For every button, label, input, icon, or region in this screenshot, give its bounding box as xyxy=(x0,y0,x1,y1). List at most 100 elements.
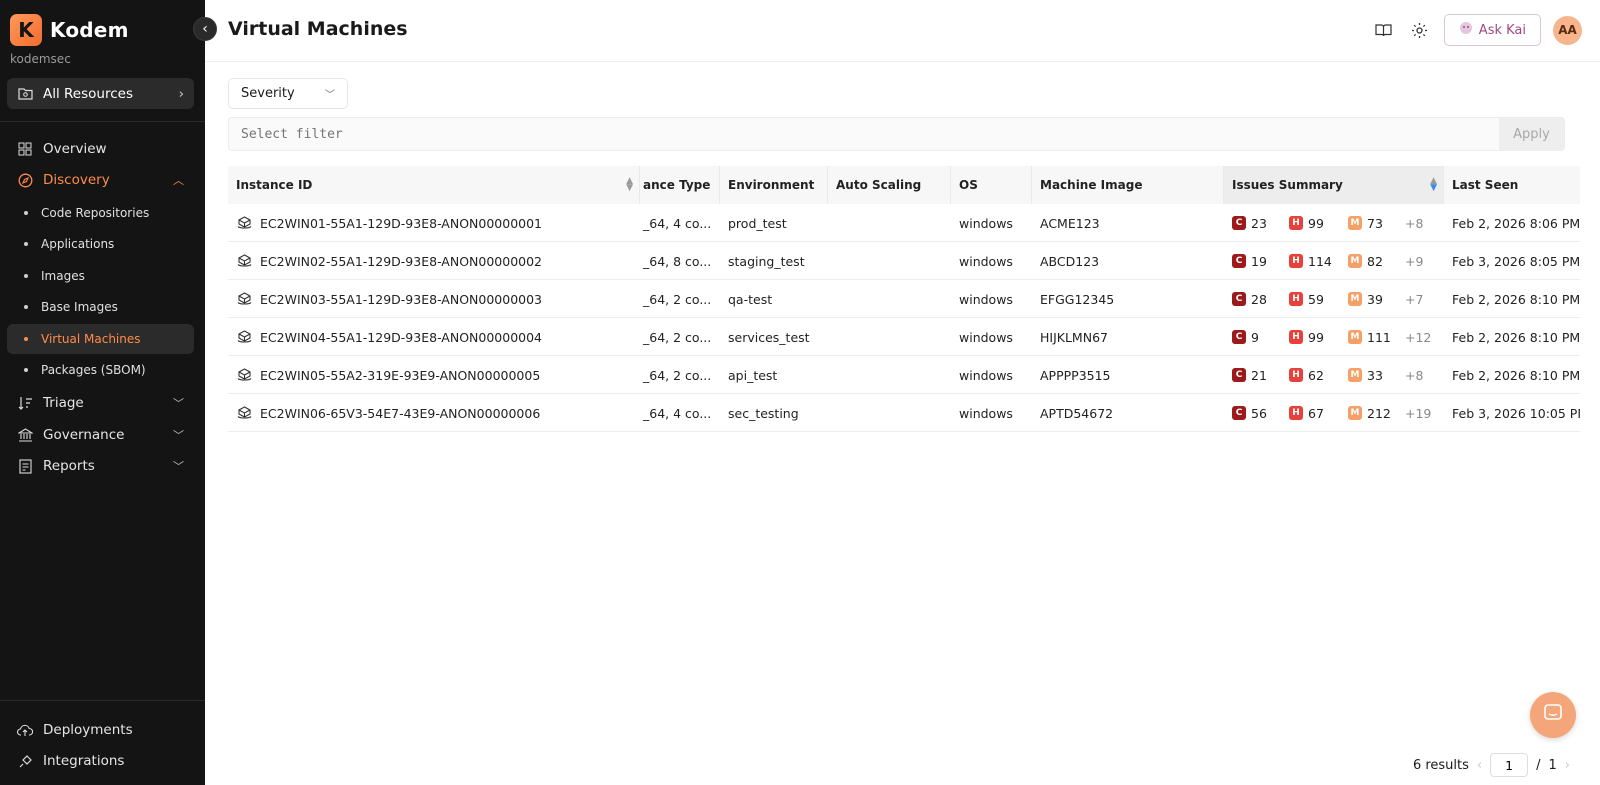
vm-table: Instance ID ▲ ▼ ance Type Environment Aut… xyxy=(228,166,1580,432)
chevron-down-icon: ﹀ xyxy=(173,460,184,473)
sidebar-item-label: Discovery xyxy=(43,172,110,188)
grid-icon xyxy=(17,142,33,156)
high-count: H 99 xyxy=(1289,204,1324,242)
next-page-icon[interactable]: › xyxy=(1565,758,1570,773)
high-count: H 62 xyxy=(1289,356,1324,394)
severity-dropdown[interactable]: Severity ﹀ xyxy=(228,78,348,109)
medium-badge: M xyxy=(1348,292,1362,306)
sidebar-item-deployments[interactable]: Deployments xyxy=(7,715,194,745)
virtual-machine-icon xyxy=(236,215,252,231)
report-icon xyxy=(17,458,33,474)
bullet-icon xyxy=(24,305,28,309)
book-icon[interactable] xyxy=(1372,18,1396,42)
table-row[interactable]: EC2WIN02-55A1-129D-93E8-ANON00000002 _64,… xyxy=(228,242,1580,280)
bank-icon xyxy=(17,428,33,442)
chat-icon xyxy=(1543,703,1563,728)
ask-kai-label: Ask Kai xyxy=(1478,22,1526,38)
column-header-auto-scaling[interactable]: Auto Scaling xyxy=(828,166,951,204)
page-number-input[interactable] xyxy=(1490,753,1529,777)
cell-instance-type: _64, 8 co... xyxy=(643,253,712,269)
high-badge: H xyxy=(1289,216,1303,230)
collapse-sidebar-button[interactable]: ‹ xyxy=(193,17,217,41)
pagination: 6 results ‹ / 1 › xyxy=(1413,753,1570,777)
page-separator: / xyxy=(1536,757,1541,773)
column-header-last-seen[interactable]: Last Seen xyxy=(1444,166,1580,204)
cell-last-seen: Feb 2, 2026 8:10 PM xyxy=(1452,291,1580,307)
critical-badge: C xyxy=(1232,216,1246,230)
cell-environment: staging_test xyxy=(728,253,805,269)
ask-kai-button[interactable]: Ask Kai xyxy=(1443,14,1541,46)
high-count: H 59 xyxy=(1289,280,1324,318)
sidebar: K Kodem kodemsec All Resources › Overvie… xyxy=(0,0,205,785)
sidebar-item-triage[interactable]: Triage ﹀ xyxy=(7,388,194,418)
table-row[interactable]: EC2WIN05-55A2-319E-93E9-ANON00000005 _64,… xyxy=(228,356,1580,394)
more-issues-count[interactable]: +8 xyxy=(1405,204,1423,242)
apply-button[interactable]: Apply xyxy=(1499,118,1564,150)
cell-os: windows xyxy=(959,215,1013,231)
medium-badge: M xyxy=(1348,406,1362,420)
sort-icon: ▲ ▼ xyxy=(626,176,633,193)
cell-instance-id: EC2WIN02-55A1-129D-93E8-ANON00000002 xyxy=(228,242,640,280)
critical-badge: C xyxy=(1232,368,1246,382)
sidebar-item-integrations[interactable]: Integrations xyxy=(7,746,194,776)
sidebar-item-packages-sbom[interactable]: Packages (SBOM) xyxy=(7,355,194,385)
column-header-machine-image[interactable]: Machine Image xyxy=(1032,166,1224,204)
column-header-issues-summary[interactable]: Issues Summary ▲ ▼ xyxy=(1224,166,1444,204)
table-row[interactable]: EC2WIN04-55A1-129D-93E8-ANON00000004 _64,… xyxy=(228,318,1580,356)
cell-machine-image: HIJKLMN67 xyxy=(1040,329,1108,345)
avatar[interactable]: AA xyxy=(1553,15,1582,45)
sidebar-divider xyxy=(0,121,205,122)
gear-icon[interactable] xyxy=(1408,18,1432,42)
sidebar-item-virtual-machines[interactable]: Virtual Machines xyxy=(7,324,194,354)
more-issues-count[interactable]: +8 xyxy=(1405,356,1423,394)
critical-count: C9 xyxy=(1232,318,1259,356)
cell-instance-type: _64, 4 co... xyxy=(643,215,712,231)
sidebar-item-label: Packages (SBOM) xyxy=(41,363,146,377)
more-issues-count[interactable]: +12 xyxy=(1405,318,1431,356)
results-count: 6 results xyxy=(1412,757,1469,773)
column-header-instance-id[interactable]: Instance ID ▲ ▼ xyxy=(228,166,640,204)
table-row[interactable]: EC2WIN06-65V3-54E7-43E9-ANON00000006 _64,… xyxy=(228,394,1580,432)
cell-environment: api_test xyxy=(728,367,778,383)
table-row[interactable]: EC2WIN03-55A1-129D-93E8-ANON00000003 _64,… xyxy=(228,280,1580,318)
sidebar-item-applications[interactable]: Applications xyxy=(7,229,194,259)
cell-auto-scaling xyxy=(828,242,951,280)
sidebar-item-base-images[interactable]: Base Images xyxy=(7,292,194,322)
more-issues-count[interactable]: +7 xyxy=(1405,280,1423,318)
sidebar-item-governance[interactable]: Governance ﹀ xyxy=(7,420,194,450)
chevron-right-icon: › xyxy=(178,85,184,102)
sidebar-item-code-repositories[interactable]: Code Repositories xyxy=(7,198,194,228)
compass-icon xyxy=(17,173,33,188)
table-header: Instance ID ▲ ▼ ance Type Environment Aut… xyxy=(228,166,1580,204)
table-row[interactable]: EC2WIN01-55A1-129D-93E8-ANON00000001 _64,… xyxy=(228,204,1580,242)
column-header-instance-type[interactable]: ance Type xyxy=(640,166,720,204)
cell-machine-image: APTD54672 xyxy=(1040,405,1114,421)
sidebar-item-label: Deployments xyxy=(43,722,133,738)
org-name: kodemsec xyxy=(10,52,71,66)
critical-badge: C xyxy=(1232,330,1246,344)
sidebar-item-discovery[interactable]: Discovery ︿ xyxy=(7,165,194,195)
sidebar-item-label: Governance xyxy=(43,427,125,443)
virtual-machine-icon xyxy=(236,253,252,269)
column-header-environment[interactable]: Environment xyxy=(720,166,828,204)
medium-count: M 33 xyxy=(1348,356,1383,394)
brand[interactable]: K Kodem xyxy=(10,14,129,46)
cell-last-seen: Feb 2, 2026 8:06 PM xyxy=(1452,215,1580,231)
sidebar-item-label: Overview xyxy=(43,141,107,157)
all-resources-button[interactable]: All Resources › xyxy=(7,78,194,109)
more-issues-count[interactable]: +9 xyxy=(1405,242,1423,280)
chat-button[interactable] xyxy=(1530,692,1576,738)
more-issues-count[interactable]: +19 xyxy=(1405,394,1431,432)
critical-count: C 19 xyxy=(1232,242,1267,280)
high-count: H 99 xyxy=(1289,318,1324,356)
severity-label: Severity xyxy=(241,86,295,101)
critical-badge: C xyxy=(1232,292,1246,306)
sidebar-item-images[interactable]: Images xyxy=(7,261,194,291)
prev-page-icon[interactable]: ‹ xyxy=(1477,758,1482,773)
filter-input[interactable] xyxy=(229,118,1499,150)
cell-instance-id: EC2WIN04-55A1-129D-93E8-ANON00000004 xyxy=(228,318,640,356)
medium-count: M 111 xyxy=(1348,318,1391,356)
sidebar-item-overview[interactable]: Overview xyxy=(7,134,194,164)
sidebar-item-reports[interactable]: Reports ﹀ xyxy=(7,451,194,481)
column-header-os[interactable]: OS xyxy=(951,166,1032,204)
